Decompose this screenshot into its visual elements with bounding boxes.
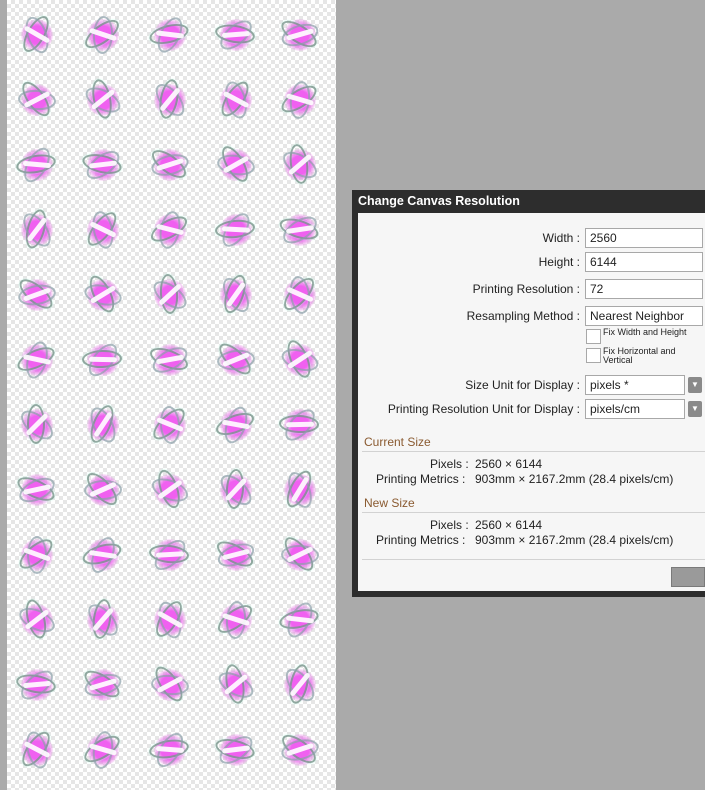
sprite-frame <box>148 273 192 317</box>
new-pixels-label: Pixels : <box>430 518 469 532</box>
size-unit-label: Size Unit for Display : <box>465 378 580 392</box>
sprite-sheet-canvas[interactable] <box>7 0 336 790</box>
sprite-frame <box>214 208 258 252</box>
sprite-frame <box>81 468 125 512</box>
sprite-frame <box>213 728 258 772</box>
sprite-frame <box>14 273 59 317</box>
resampling-method-label: Resampling Method : <box>466 309 580 323</box>
sprite-frame <box>214 468 258 512</box>
sprite-frame <box>81 272 125 317</box>
resolution-unit-label: Printing Resolution Unit for Display : <box>387 402 580 416</box>
sprite-frame <box>148 403 192 447</box>
current-metrics-value: 903mm × 2167.2mm (28.4 pixels/cm) <box>475 472 674 486</box>
sprite-frame <box>15 12 59 57</box>
current-metrics-label: Printing Metrics : <box>376 472 466 486</box>
new-pixels-value: 2560 × 6144 <box>475 518 543 532</box>
change-canvas-resolution-dialog: Change Canvas Resolution Width : 2560 He… <box>352 190 705 597</box>
dialog-title: Change Canvas Resolution <box>358 194 520 208</box>
sprite-frame <box>214 77 258 122</box>
sprite-frame <box>80 13 125 57</box>
sprite-frame <box>278 532 322 577</box>
sprite-frame <box>214 142 258 187</box>
sprite-frame <box>147 13 192 57</box>
light-band <box>88 356 118 363</box>
sprite-frame <box>14 468 59 512</box>
sprite-frame <box>278 662 322 707</box>
width-input[interactable]: 2560 <box>585 228 703 248</box>
fix-horizontal-vertical-checkbox[interactable] <box>586 348 601 363</box>
sprite-frame <box>214 272 258 317</box>
sprite-frame <box>147 143 192 187</box>
fix-width-height-checkbox[interactable] <box>586 329 601 344</box>
sprite-frame <box>15 77 59 122</box>
sprite-frame <box>213 533 258 577</box>
sprite-frame <box>213 403 258 447</box>
sprite-frame <box>15 403 59 447</box>
sprite-frame <box>148 77 192 122</box>
sprite-frame <box>14 663 59 707</box>
sprite-frame <box>278 467 322 512</box>
sprite-frame <box>81 402 125 447</box>
divider <box>362 559 705 560</box>
sprite-frame <box>278 403 322 447</box>
sprite-frame <box>147 338 192 382</box>
sprite-frame <box>80 728 125 772</box>
sprite-frame <box>277 13 322 57</box>
fix-horizontal-vertical-label: Fix Horizontal and Vertical <box>603 346 676 365</box>
new-metrics-label: Printing Metrics : <box>376 533 466 547</box>
resampling-method-select[interactable]: Nearest Neighbor <box>585 306 703 326</box>
divider <box>362 512 705 513</box>
height-label: Height : <box>538 255 580 269</box>
sprite-frame <box>81 338 125 382</box>
sprite-frame <box>80 143 125 187</box>
sprite-frame <box>148 533 192 577</box>
sprite-frame <box>14 338 59 382</box>
ok-button[interactable] <box>671 567 705 587</box>
sprite-frame <box>147 208 192 252</box>
sprite-frame <box>15 207 59 252</box>
sprite-frame <box>277 208 322 252</box>
resolution-unit-select[interactable]: pixels/cm <box>585 399 685 419</box>
new-metrics-value: 903mm × 2167.2mm (28.4 pixels/cm) <box>475 533 674 547</box>
sprite-frame <box>278 273 322 317</box>
sprite-frame <box>213 598 258 642</box>
current-size-heading: Current Size <box>364 435 431 449</box>
sprite-frame <box>14 533 59 577</box>
sprite-frame <box>148 662 192 707</box>
current-pixels-label: Pixels : <box>430 457 469 471</box>
sprite-frame <box>277 78 322 122</box>
sprite-frame <box>14 143 59 187</box>
width-label: Width : <box>542 231 580 245</box>
height-input[interactable]: 6144 <box>585 252 703 272</box>
sprite-frame <box>213 13 258 57</box>
sprite-frame <box>278 337 322 382</box>
dialog-body: Width : 2560 Height : 6144 Printing Reso… <box>358 213 705 591</box>
sprite-frame <box>147 728 192 772</box>
sprite-frame <box>148 597 192 642</box>
sprite-frame <box>278 142 322 187</box>
sprite-frame <box>80 663 125 707</box>
sprite-frame <box>81 77 125 122</box>
printing-resolution-label: Printing Resolution : <box>472 282 580 296</box>
size-unit-select[interactable]: pixels * <box>585 375 685 395</box>
divider <box>362 451 705 452</box>
chevron-down-icon[interactable]: ▼ <box>688 377 702 393</box>
fix-width-height-label: Fix Width and Height <box>603 327 687 337</box>
sprite-frame <box>81 207 125 252</box>
sprite-frame <box>15 597 59 642</box>
sprite-frame <box>80 533 125 577</box>
sprite-frame <box>214 662 258 707</box>
chevron-down-icon[interactable]: ▼ <box>688 401 702 417</box>
current-pixels-value: 2560 × 6144 <box>475 457 543 471</box>
sprite-frame <box>214 338 258 382</box>
sprite-frame <box>81 597 125 642</box>
sprite-frame <box>277 598 322 642</box>
new-size-heading: New Size <box>364 496 415 510</box>
sprite-frame <box>277 728 322 772</box>
sprite-frame <box>15 727 59 772</box>
printing-resolution-input[interactable]: 72 <box>585 279 703 299</box>
light-band <box>285 421 315 428</box>
sprite-frame <box>148 467 192 512</box>
